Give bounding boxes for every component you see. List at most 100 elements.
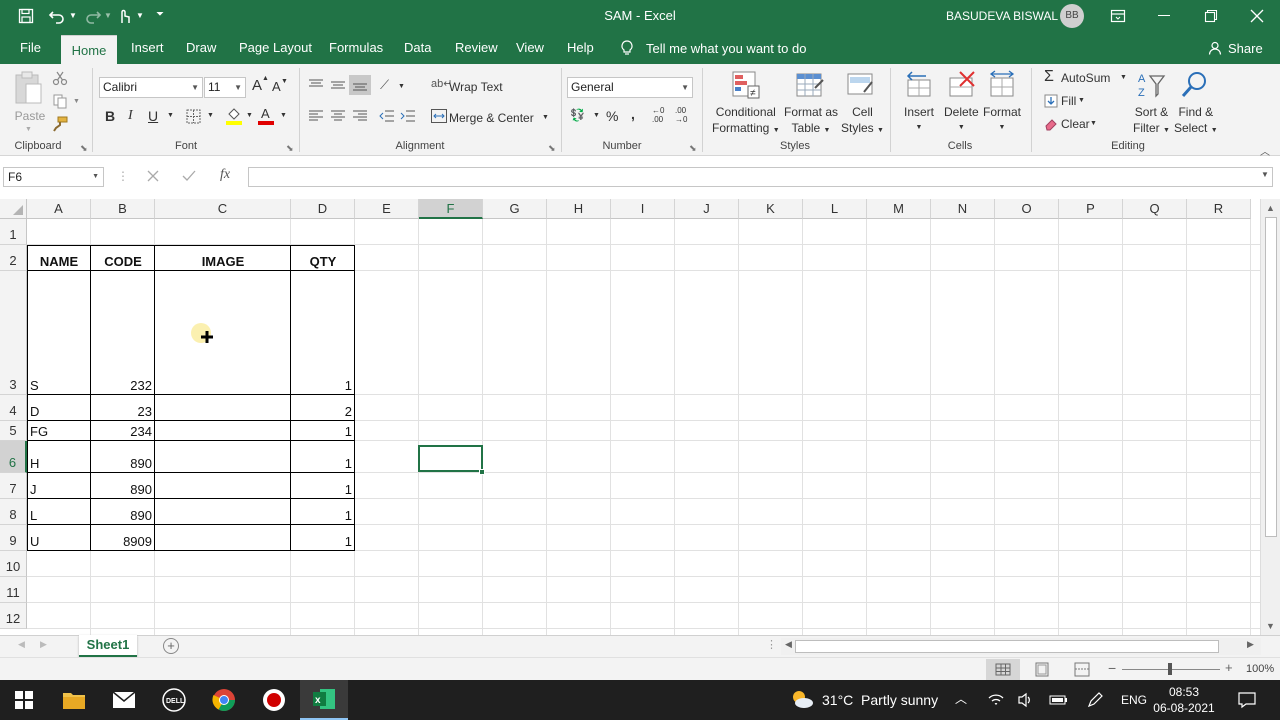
file-explorer-icon[interactable]: [50, 680, 98, 720]
autosum-button[interactable]: AutoSum: [1061, 71, 1110, 85]
conditional-formatting-button[interactable]: Conditional Formatting ▼: [712, 104, 780, 139]
scroll-right-icon[interactable]: ▶: [1247, 639, 1254, 650]
clear-dropdown-icon[interactable]: ▼: [1090, 120, 1097, 127]
pen-icon[interactable]: [1086, 691, 1104, 709]
selected-cell-F6[interactable]: [418, 445, 483, 472]
horizontal-scrollbar[interactable]: ◀ ▶: [781, 638, 1261, 655]
table-cell-code[interactable]: 890: [91, 499, 155, 525]
table-cell-name[interactable]: D: [27, 395, 91, 421]
redo-dropdown-icon[interactable]: ▼: [104, 11, 112, 20]
formula-input[interactable]: [248, 167, 1273, 187]
bold-button[interactable]: B: [105, 108, 115, 124]
table-cell-code[interactable]: 890: [91, 473, 155, 499]
redo-icon[interactable]: [84, 7, 102, 25]
merge-center-button[interactable]: Merge & Center: [449, 111, 534, 125]
confirm-entry-icon[interactable]: [182, 169, 196, 183]
worksheet-grid[interactable]: ABCDEFGHIJKLMNOPQR 1 2 3 4 5 6 7 8 9 10 11 12 NAME C…: [0, 199, 1280, 635]
row-header-7[interactable]: 7: [0, 473, 27, 499]
column-header-e[interactable]: E: [355, 199, 419, 219]
table-cell-code[interactable]: 234: [91, 421, 155, 441]
row-header-3[interactable]: 3: [0, 271, 27, 395]
fill-color-icon[interactable]: [226, 107, 242, 125]
restore-icon[interactable]: [1204, 9, 1218, 23]
avatar[interactable]: BB: [1060, 4, 1084, 28]
table-header-name[interactable]: NAME: [27, 245, 91, 271]
table-cell-qty[interactable]: 1: [291, 271, 355, 395]
touch-mode-icon[interactable]: [116, 7, 132, 25]
row-header-5[interactable]: 5: [0, 421, 27, 441]
row-header-1[interactable]: 1: [0, 219, 27, 245]
autosum-dropdown-icon[interactable]: ▼: [1120, 74, 1127, 81]
increase-indent-icon[interactable]: [400, 109, 416, 123]
column-header-c[interactable]: C: [155, 199, 291, 219]
excel-taskbar-icon[interactable]: x: [300, 680, 348, 720]
zoom-level[interactable]: 100%: [1246, 663, 1274, 675]
table-header-qty[interactable]: QTY: [291, 245, 355, 271]
table-cell-name[interactable]: FG: [27, 421, 91, 441]
scroll-down-icon[interactable]: ▼: [1266, 621, 1275, 631]
alignment-launcher-icon[interactable]: ⬊: [548, 143, 556, 154]
table-cell-qty[interactable]: 1: [291, 525, 355, 551]
page-layout-view-icon[interactable]: [1034, 662, 1050, 677]
percent-style-icon[interactable]: %: [606, 108, 618, 124]
format-painter-icon[interactable]: [52, 116, 68, 132]
clock[interactable]: 08:53 06-08-2021: [1153, 684, 1215, 716]
battery-icon[interactable]: [1049, 694, 1069, 706]
table-header-image[interactable]: IMAGE: [155, 245, 291, 271]
normal-view-icon[interactable]: [986, 659, 1020, 680]
font-name-combo[interactable]: Calibri ▼: [99, 77, 203, 98]
column-header-a[interactable]: A: [27, 199, 91, 219]
table-cell-qty[interactable]: 1: [291, 499, 355, 525]
column-header-l[interactable]: L: [803, 199, 867, 219]
undo-icon[interactable]: [48, 7, 66, 25]
decrease-decimal-icon[interactable]: .00 →0: [675, 106, 687, 124]
paste-dropdown-icon[interactable]: ▼: [25, 126, 32, 133]
comma-style-icon[interactable]: ,: [631, 106, 635, 122]
number-format-combo[interactable]: General ▼: [567, 77, 693, 98]
cancel-entry-icon[interactable]: [146, 169, 160, 183]
accounting-dropdown-icon[interactable]: ▼: [593, 112, 600, 119]
select-all-button[interactable]: [0, 199, 27, 219]
align-center-icon[interactable]: [330, 109, 346, 123]
dell-icon[interactable]: DELL: [150, 680, 198, 720]
scroll-sheets-left-icon[interactable]: ◀: [18, 639, 25, 650]
screen-recorder-icon[interactable]: [250, 680, 298, 720]
weather-icon[interactable]: [790, 688, 814, 710]
tab-view[interactable]: View: [508, 32, 552, 64]
table-cell-image[interactable]: [155, 441, 291, 473]
wrap-text-button[interactable]: Wrap Text: [449, 80, 503, 94]
scroll-left-icon[interactable]: ◀: [785, 639, 792, 650]
tab-split-handle-icon[interactable]: ⋮: [766, 638, 777, 651]
table-cell-name[interactable]: J: [27, 473, 91, 499]
number-launcher-icon[interactable]: ⬊: [689, 143, 697, 154]
table-cell-image[interactable]: [155, 395, 291, 421]
table-cell-qty[interactable]: 2: [291, 395, 355, 421]
accounting-format-icon[interactable]: 💱: [570, 108, 585, 122]
tab-home[interactable]: Home: [61, 35, 117, 64]
paste-button[interactable]: Paste: [12, 70, 48, 126]
minimize-icon[interactable]: [1158, 15, 1170, 16]
grow-font-button[interactable]: A: [252, 77, 262, 94]
column-header-g[interactable]: G: [483, 199, 547, 219]
notification-icon[interactable]: [1238, 691, 1256, 709]
row-header-10[interactable]: 10: [0, 551, 27, 577]
page-break-view-icon[interactable]: [1074, 662, 1090, 677]
increase-decimal-icon[interactable]: ←0.00: [652, 106, 664, 124]
save-icon[interactable]: [18, 8, 34, 24]
clipboard-launcher-icon[interactable]: ⬊: [80, 143, 88, 154]
new-sheet-button[interactable]: +: [163, 638, 179, 654]
table-cell-qty[interactable]: 1: [291, 421, 355, 441]
border-icon[interactable]: [186, 109, 201, 124]
align-bottom-icon[interactable]: [349, 75, 371, 95]
sheet-tab-sheet1[interactable]: Sheet1: [79, 635, 137, 657]
undo-dropdown-icon[interactable]: ▼: [69, 11, 77, 20]
column-header-f[interactable]: F: [419, 199, 483, 219]
copy-icon[interactable]: [52, 93, 68, 109]
table-cell-qty[interactable]: 1: [291, 441, 355, 473]
decrease-indent-icon[interactable]: [379, 109, 395, 123]
customize-qat-icon[interactable]: ⏷: [156, 9, 164, 20]
column-header-r[interactable]: R: [1187, 199, 1251, 219]
column-header-j[interactable]: J: [675, 199, 739, 219]
tab-formulas[interactable]: Formulas: [321, 32, 391, 64]
row-header-6[interactable]: 6: [0, 441, 27, 473]
